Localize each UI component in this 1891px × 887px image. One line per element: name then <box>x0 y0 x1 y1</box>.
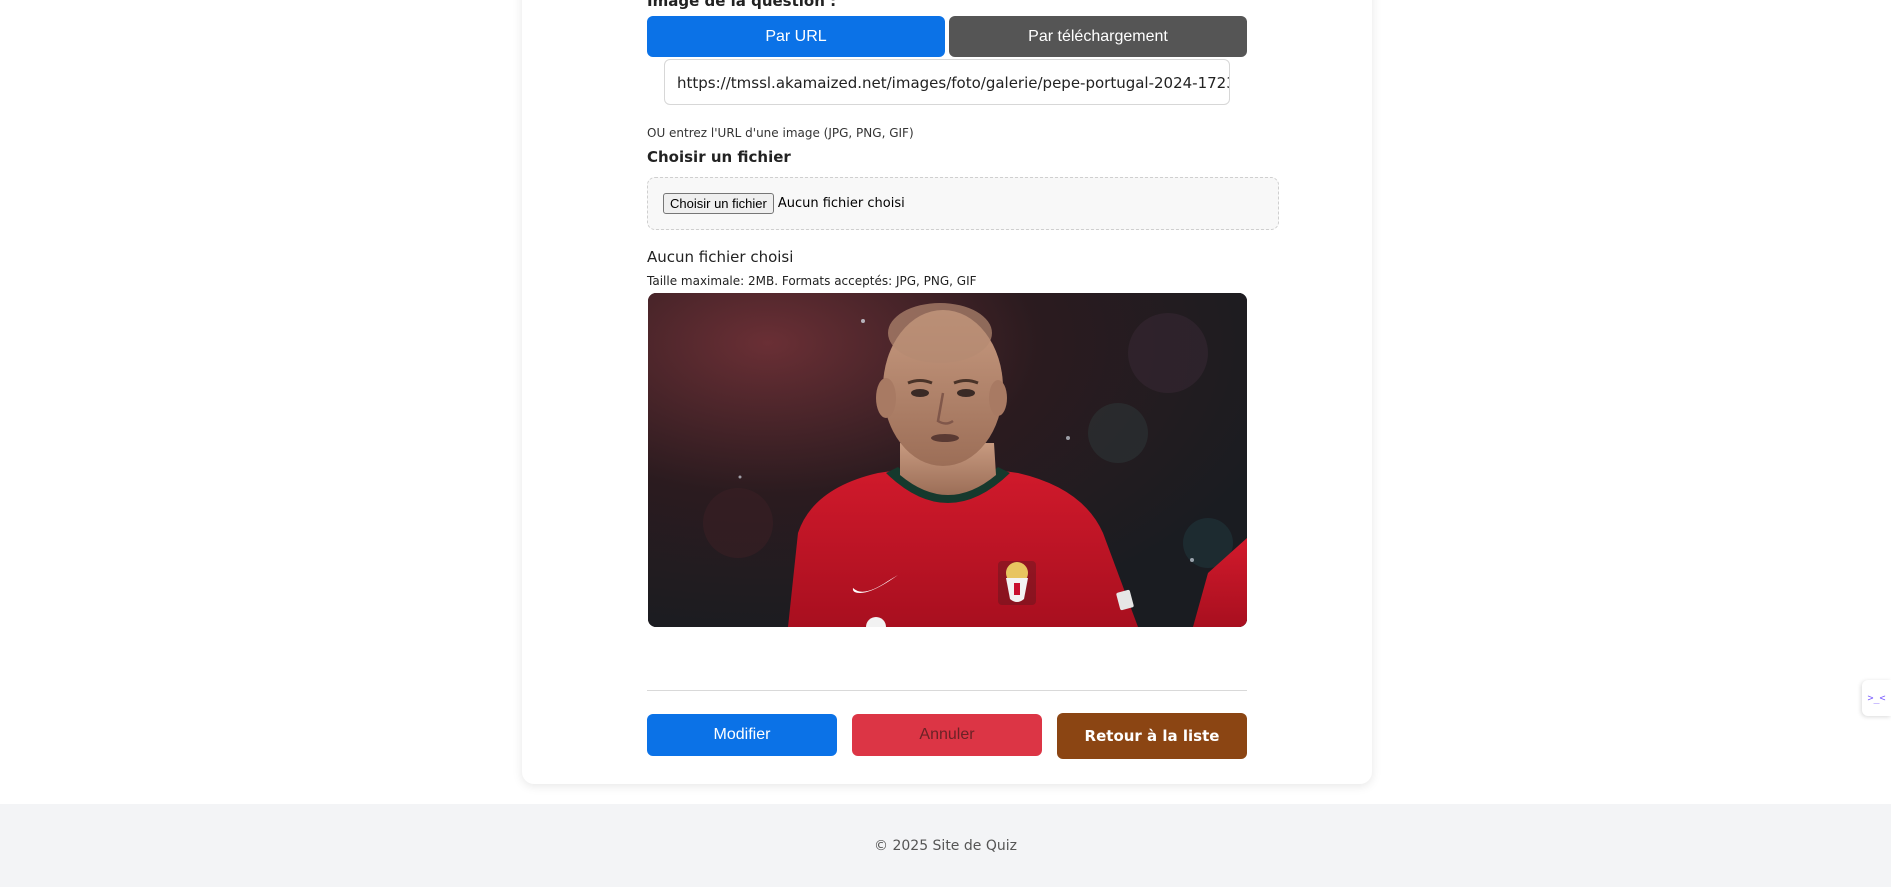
file-input-box[interactable]: Choisir un fichier Aucun fichier choisi <box>647 177 1279 230</box>
actions-divider <box>647 690 1247 691</box>
by-upload-button[interactable]: Par téléchargement <box>949 16 1247 57</box>
image-url-input[interactable]: https://tmssl.akamaized.net/images/foto/… <box>664 59 1230 105</box>
image-preview <box>648 293 1247 627</box>
size-hint-text: Taille maximale: 2MB. Formats acceptés: … <box>647 274 977 288</box>
side-widget-button[interactable]: >_< <box>1862 680 1891 716</box>
choose-file-label: Choisir un fichier <box>647 148 791 166</box>
choose-file-button[interactable]: Choisir un fichier <box>663 193 774 214</box>
url-hint-text: OU entrez l'URL d'une image (JPG, PNG, G… <box>647 126 914 140</box>
page-footer: © 2025 Site de Quiz <box>0 804 1891 887</box>
image-url-value: https://tmssl.akamaized.net/images/foto/… <box>677 74 1230 92</box>
cancel-button[interactable]: Annuler <box>852 714 1042 756</box>
by-url-button[interactable]: Par URL <box>647 16 945 57</box>
modify-button[interactable]: Modifier <box>647 714 837 756</box>
footer-copyright: © 2025 Site de Quiz <box>874 837 1017 854</box>
file-input-status: Aucun fichier choisi <box>777 196 905 211</box>
no-file-text: Aucun fichier choisi <box>647 248 794 266</box>
image-section-label: Image de la question : <box>647 0 837 10</box>
back-to-list-button[interactable]: Retour à la liste <box>1057 713 1247 759</box>
terminal-chevrons-icon: >_< <box>1867 692 1886 704</box>
player-photo <box>648 293 1247 627</box>
